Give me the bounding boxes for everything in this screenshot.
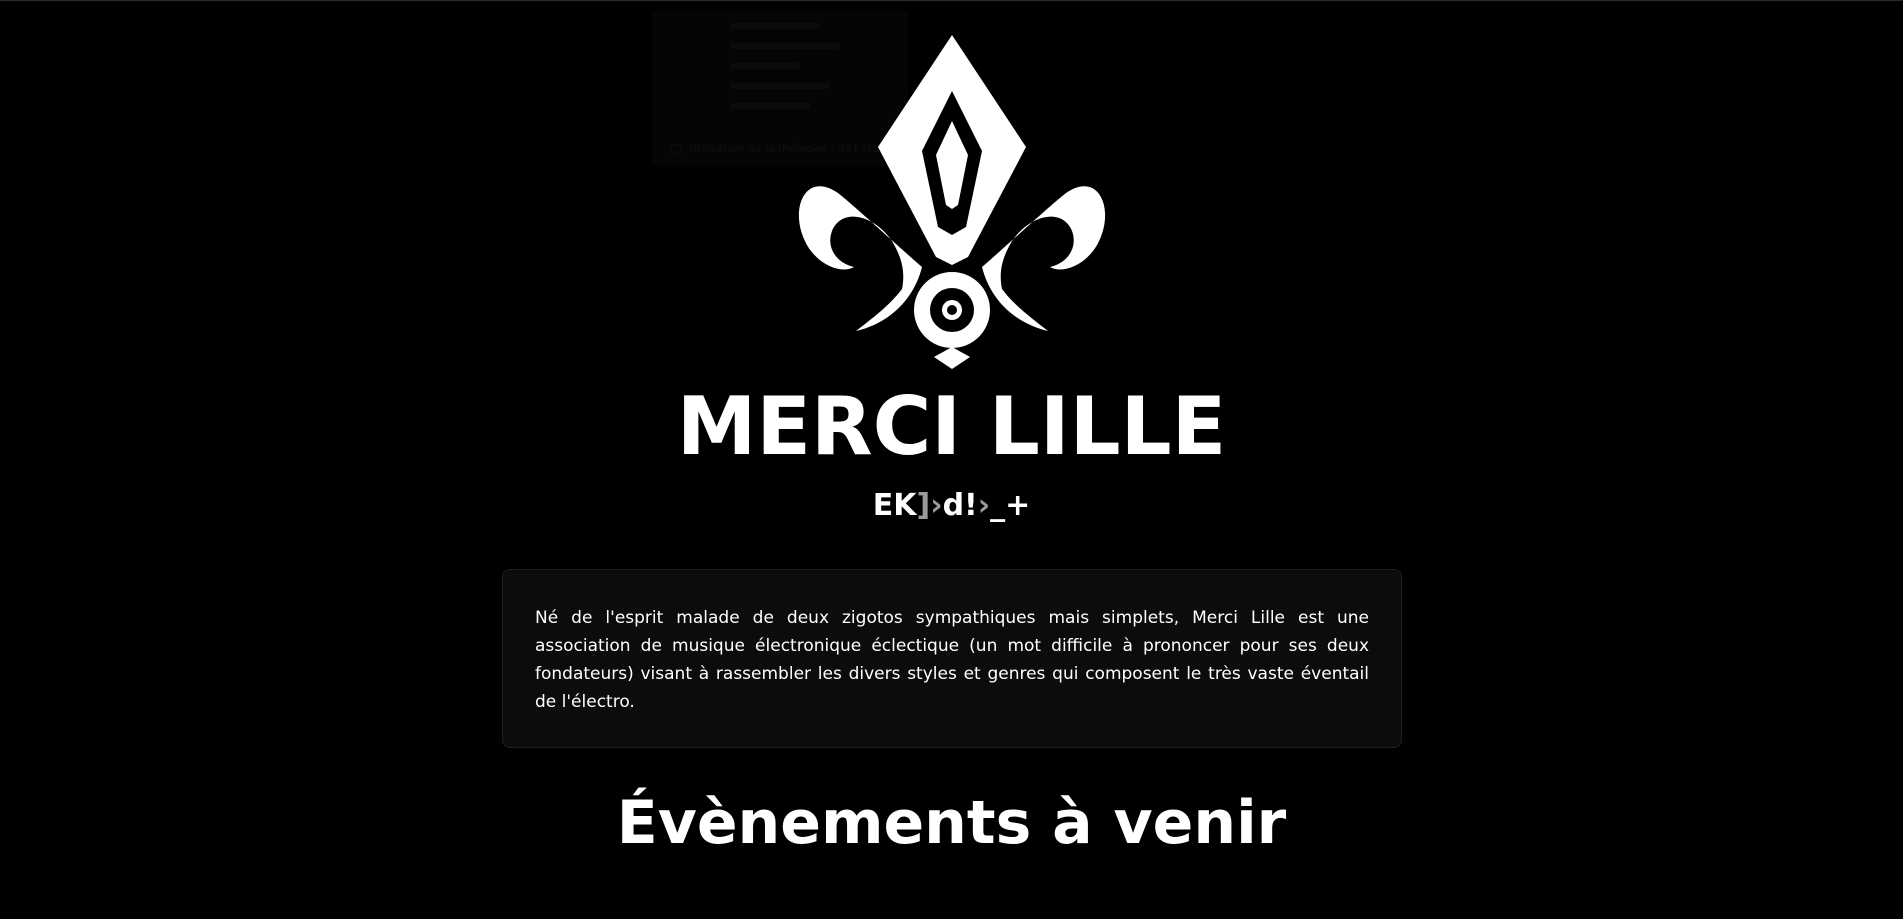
overlay-line xyxy=(730,63,800,69)
overlay-line xyxy=(730,23,820,29)
tagline: EK]›d!›_+ xyxy=(0,484,1903,528)
tagline-part: _+ xyxy=(990,488,1031,523)
site-title: MERCI LILLE xyxy=(676,380,1227,473)
events-section-title: Évènements à venir xyxy=(616,788,1287,858)
tagline-part: EK xyxy=(872,488,917,523)
tagline-part: d! xyxy=(942,488,978,523)
page: Utilisation de la mémoire : 461 Mo MERCI… xyxy=(0,0,1903,919)
gauge-icon xyxy=(670,143,681,155)
fleur-de-lis-icon xyxy=(798,35,1106,369)
about-text: Né de l'esprit malade de deux zigotos sy… xyxy=(535,608,1369,712)
tagline-part: › xyxy=(977,488,991,523)
about-card: Né de l'esprit malade de deux zigotos sy… xyxy=(502,569,1402,748)
tagline-part: ]› xyxy=(916,488,943,523)
